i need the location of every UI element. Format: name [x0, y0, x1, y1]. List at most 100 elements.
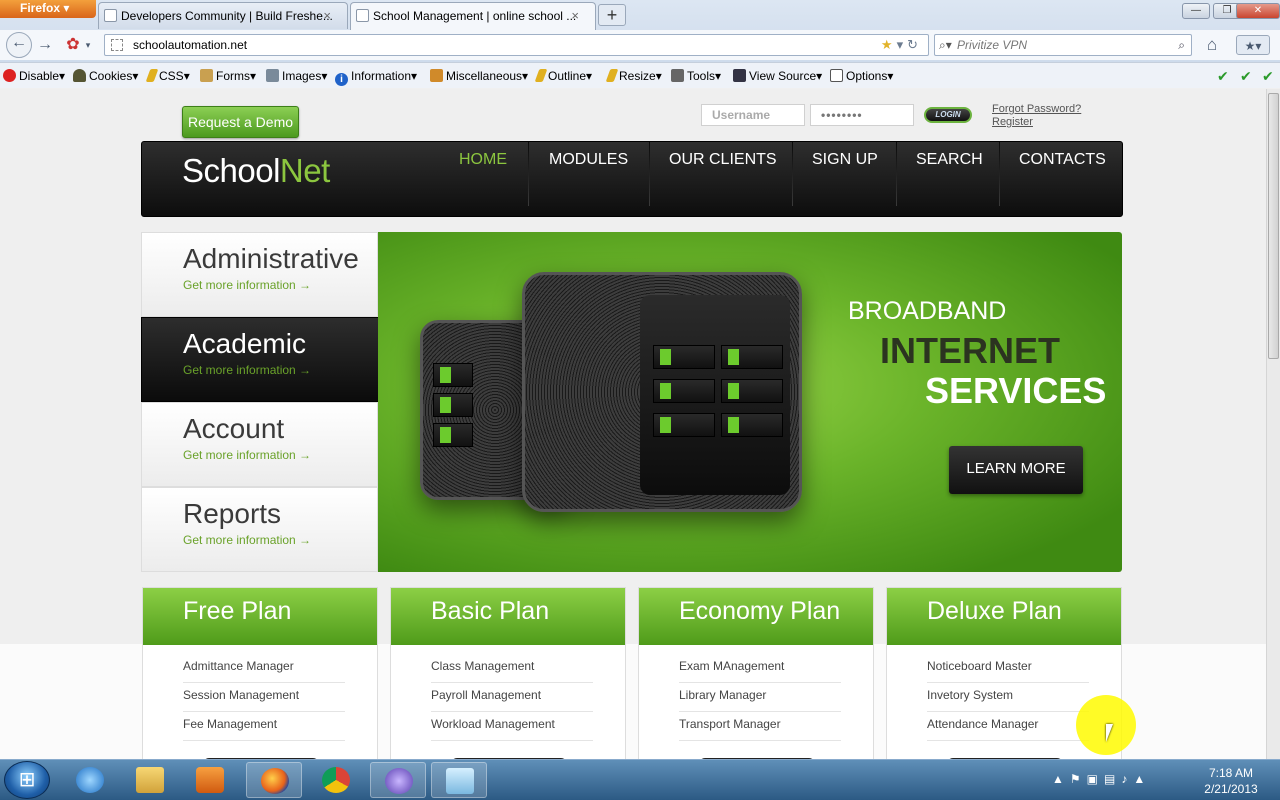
plan-feature: Invetory System [927, 686, 1089, 712]
toolbar-view-source[interactable]: View Source▾ [733, 69, 822, 83]
vertical-scrollbar[interactable] [1266, 89, 1280, 759]
toolbar-label: Disable [19, 69, 60, 83]
toolbar-resize[interactable]: Resize▾ [605, 69, 662, 83]
toolbar-label: Miscellaneous [446, 69, 523, 83]
side-item-account[interactable]: Account Get more information → [141, 402, 378, 487]
drive-bay [653, 345, 715, 369]
taskbar-media-player[interactable] [182, 762, 238, 798]
login-button[interactable]: LOGIN [924, 107, 972, 123]
plan-feature: Session Management [183, 686, 345, 712]
nav-our-clients[interactable]: OUR CLIENTS [669, 151, 777, 169]
taskbar-file-explorer[interactable] [122, 762, 178, 798]
chevron-down-icon[interactable]: ▾ [897, 37, 908, 52]
google-drive-icon[interactable]: ▲ [1133, 772, 1151, 786]
plan-title: Basic Plan [431, 597, 550, 625]
toolbar-miscellaneous[interactable]: Miscellaneous▾ [430, 69, 528, 83]
scrollbar-thumb[interactable] [1268, 93, 1279, 359]
toolbar-outline[interactable]: Outline▾ [534, 69, 592, 83]
nav-divider [999, 142, 1000, 206]
side-item-title: Academic [183, 328, 306, 359]
site-logo[interactable]: SchoolNet [182, 152, 330, 190]
taskbar-visual-studio[interactable] [370, 762, 426, 798]
taskbar-firefox[interactable] [246, 762, 302, 798]
tab-developers-community[interactable]: Developers Community | Build Freshe... × [98, 2, 348, 29]
toolbar-information[interactable]: i Information▾ [335, 69, 417, 86]
check-icon[interactable]: ✔ [1240, 68, 1252, 85]
nav-search[interactable]: SEARCH [916, 151, 983, 169]
system-clock[interactable]: 7:18 AM 2/21/2013 [1196, 765, 1266, 797]
check-icon[interactable]: ✔ [1262, 68, 1274, 85]
nav-modules[interactable]: MODULES [549, 151, 628, 169]
get-more-information-link[interactable]: Get more information → [183, 278, 311, 292]
username-input[interactable]: Username [701, 104, 805, 126]
new-tab-button[interactable]: + [598, 4, 626, 26]
taskbar-chrome[interactable] [308, 762, 364, 798]
chevron-down-icon[interactable]: ▾ [82, 35, 94, 55]
reload-icon[interactable]: ↻ [907, 37, 922, 52]
toolbar-options[interactable]: Options▾ [830, 69, 893, 83]
internet-explorer-icon [76, 767, 104, 793]
toolbar-forms[interactable]: Forms▾ [200, 69, 256, 83]
bookmarks-menu-button[interactable]: ★▾ [1236, 35, 1270, 55]
taskbar-internet-explorer[interactable] [62, 762, 118, 798]
check-icon[interactable]: ✔ [1217, 68, 1229, 85]
plan-feature: Noticeboard Master [927, 657, 1089, 683]
password-input[interactable]: •••••••• [810, 104, 914, 126]
toolbar-css[interactable]: CSS▾ [145, 69, 190, 83]
forward-button[interactable]: → [34, 35, 56, 55]
drive-bay [721, 379, 783, 403]
firefox-menu-button[interactable]: Firefox ▾ [0, 0, 96, 18]
firefox-icon [261, 768, 289, 794]
search-engine-icon[interactable]: ⌕▾ [939, 35, 952, 55]
nav-home[interactable]: HOME [459, 151, 507, 169]
toolbar-label: View Source [749, 69, 817, 83]
start-button[interactable]: ⊞ [4, 761, 50, 799]
toolbar-label: Images [282, 69, 322, 83]
minimize-button[interactable]: — [1182, 3, 1210, 19]
get-more-information-link[interactable]: Get more information → [183, 363, 311, 377]
logo-main: School [182, 152, 280, 189]
side-item-administrative[interactable]: Administrative Get more information → [141, 232, 378, 317]
side-item-reports[interactable]: Reports Get more information → [141, 487, 378, 572]
device-icon[interactable]: ▣ [1087, 772, 1104, 786]
search-icon[interactable]: ⌕ [1178, 35, 1185, 55]
network-icon[interactable]: ▤ [1104, 772, 1121, 786]
volume-icon[interactable]: ♪ [1121, 772, 1133, 786]
toolbar-cookies[interactable]: Cookies▾ [73, 69, 138, 83]
plan-basic: Basic Plan Class Management Payroll Mana… [390, 587, 626, 759]
plan-header: Free Plan [143, 588, 377, 645]
toolbar-tools[interactable]: Tools▾ [671, 69, 721, 83]
side-item-academic[interactable]: Academic Get more information → [141, 317, 408, 402]
nav-contacts[interactable]: CONTACTS [1019, 151, 1106, 169]
banner-line-internet: INTERNET [880, 330, 1060, 371]
nav-divider [896, 142, 897, 206]
drive-bay [433, 423, 473, 447]
learn-more-button[interactable]: LEARN MORE [949, 446, 1083, 494]
nav-sign-up[interactable]: SIGN UP [812, 151, 878, 169]
taskbar-notepad[interactable] [431, 762, 487, 798]
get-more-information-link[interactable]: Get more information → [183, 448, 311, 462]
tab-school-management[interactable]: School Management | online school ... × [350, 2, 596, 30]
ladybug-icon[interactable]: ✿ [62, 35, 84, 55]
pencil-icon [605, 69, 619, 82]
close-tab-icon[interactable]: × [571, 3, 579, 29]
forgot-password-link[interactable]: Forgot Password? [992, 103, 1081, 115]
bookmark-star-icon[interactable]: ★ [881, 37, 897, 52]
url-bar[interactable]: schoolautomation.net ★▾↻ [104, 34, 929, 56]
close-window-button[interactable]: ✕ [1236, 3, 1280, 19]
notepad-icon [446, 768, 474, 794]
back-button[interactable]: ← [6, 32, 32, 58]
image-icon [266, 69, 279, 82]
request-demo-button[interactable]: Request a Demo [182, 106, 299, 138]
home-icon[interactable]: ⌂ [1201, 35, 1223, 55]
action-center-flag-icon[interactable]: ⚑ [1070, 772, 1087, 786]
logo-accent: Net [279, 152, 330, 189]
toolbar-disable[interactable]: Disable▾ [3, 69, 65, 83]
search-bar[interactable]: ⌕▾ Privitize VPN ⌕ [934, 34, 1192, 56]
toolbar-images[interactable]: Images▾ [266, 69, 327, 83]
show-hidden-icons[interactable]: ▲ [1052, 772, 1070, 786]
get-more-information-link[interactable]: Get more information → [183, 533, 311, 547]
register-link[interactable]: Register [992, 116, 1033, 128]
document-icon [830, 69, 843, 82]
close-tab-icon[interactable]: × [323, 3, 331, 29]
